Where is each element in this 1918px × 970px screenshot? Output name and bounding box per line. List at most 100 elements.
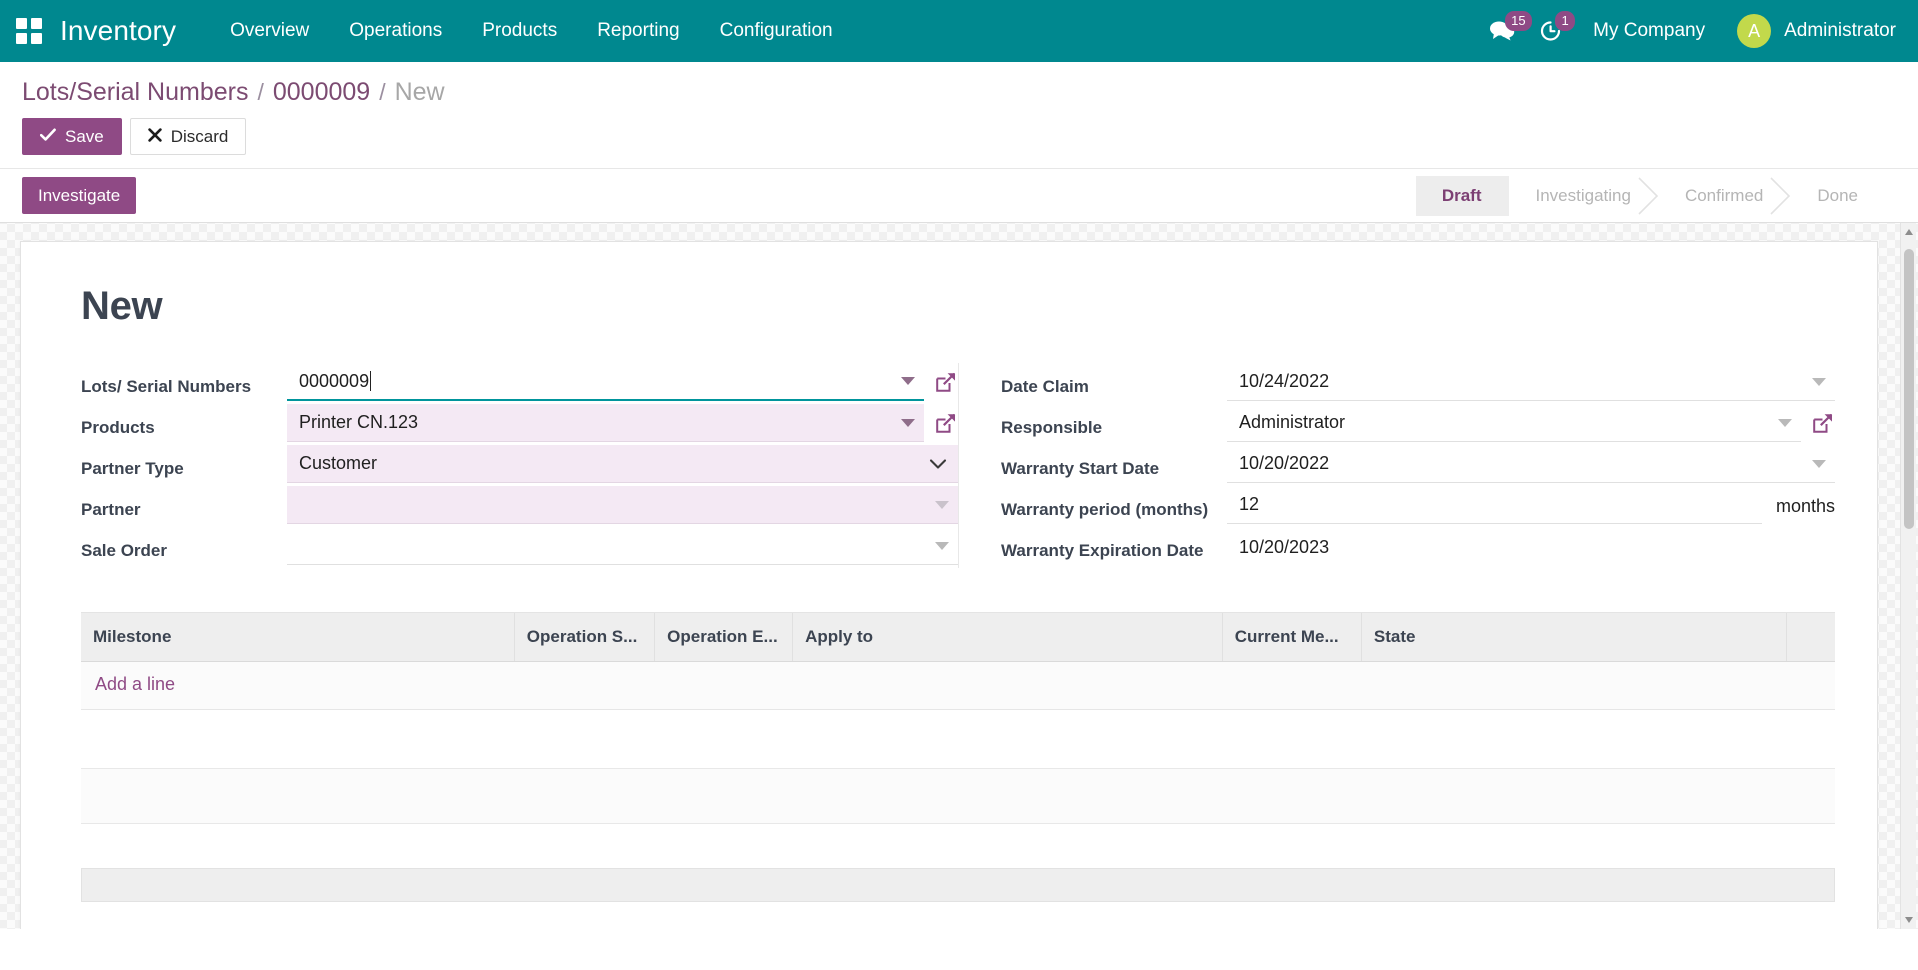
warranty-expiration-date-value: 10/20/2023: [1239, 537, 1330, 557]
save-button[interactable]: Save: [22, 118, 122, 155]
table-footer-band: [81, 768, 1835, 824]
check-icon: [39, 128, 56, 145]
field-row-sale-order: Sale Order: [81, 527, 958, 568]
stage-confirmed[interactable]: Confirmed: [1659, 176, 1791, 216]
date-claim-input[interactable]: 10/24/2022: [1227, 363, 1835, 401]
date-claim-value: 10/24/2022: [1239, 371, 1330, 391]
chevron-down-icon[interactable]: [1812, 459, 1826, 468]
warranty-period-value: 12: [1239, 494, 1260, 514]
stage-investigating[interactable]: Investigating: [1509, 176, 1660, 216]
add-a-line-row[interactable]: Add a line: [81, 661, 1835, 710]
breadcrumb-separator: /: [379, 79, 386, 105]
apps-grid-icon[interactable]: [16, 18, 42, 44]
lots-serial-numbers-value: 0000009: [299, 370, 370, 391]
chevron-down-icon[interactable]: [935, 541, 949, 550]
field-label-warranty-start-date: Warranty Start Date: [1001, 459, 1160, 478]
chevron-down-icon[interactable]: [928, 457, 948, 471]
field-row-responsible: Responsible Administrator: [1001, 404, 1835, 445]
responsible-value: Administrator: [1239, 412, 1346, 432]
table-spacer: [81, 710, 1835, 768]
user-menu[interactable]: A Administrator: [1723, 14, 1904, 48]
products-input[interactable]: Printer CN.123: [287, 404, 924, 442]
messages-button[interactable]: 15: [1477, 0, 1532, 62]
column-header-current-me[interactable]: Current Me...: [1222, 613, 1362, 662]
menu-item-configuration[interactable]: Configuration: [700, 0, 853, 62]
warranty-period-input[interactable]: 12: [1227, 486, 1762, 524]
apps-grid-cell: [16, 33, 27, 44]
stage-label: Investigating: [1535, 185, 1631, 205]
avatar: A: [1737, 14, 1772, 48]
add-a-line-cell: Add a line: [81, 661, 1835, 710]
chevron-down-icon[interactable]: [1812, 377, 1826, 386]
control-panel: Lots/Serial Numbers / 0000009 / New Save…: [0, 62, 1918, 169]
chevron-down-icon[interactable]: [901, 377, 915, 385]
menu-item-products[interactable]: Products: [462, 0, 577, 62]
field-row-lots-serial-numbers: Lots/ Serial Numbers 0000009: [81, 363, 958, 404]
chevron-down-icon[interactable]: [935, 500, 949, 509]
field-control-date-claim: 10/24/2022: [1213, 363, 1835, 401]
stage-label: Draft: [1441, 185, 1482, 205]
column-header-state[interactable]: State: [1361, 613, 1787, 662]
responsible-input[interactable]: Administrator: [1227, 404, 1801, 442]
apps-grid-cell: [31, 18, 42, 29]
field-label-date-claim: Date Claim: [1001, 377, 1089, 396]
record-actions: Save Discard: [0, 107, 1918, 168]
field-control-responsible: Administrator: [1213, 404, 1835, 442]
app-brand-inventory[interactable]: Inventory: [60, 15, 176, 47]
field-control-products: Printer CN.123: [287, 404, 958, 442]
lots-serial-numbers-input[interactable]: 0000009: [287, 363, 924, 401]
stage-label: Done: [1817, 185, 1858, 205]
stage-arrow: [1638, 176, 1660, 216]
field-row-warranty-start-date: Warranty Start Date 10/20/2022: [1001, 445, 1835, 486]
column-header-operation-start[interactable]: Operation S...: [514, 613, 656, 662]
breadcrumb-root[interactable]: Lots/Serial Numbers: [22, 78, 248, 107]
field-control-partner-type: Customer: [287, 445, 958, 483]
partner-type-select[interactable]: Customer: [287, 445, 958, 483]
field-label-warranty-period: Warranty period (months): [1001, 500, 1209, 519]
breadcrumb-record[interactable]: 0000009: [273, 78, 370, 107]
form-columns: Lots/ Serial Numbers 0000009 Products Pr…: [63, 363, 1835, 568]
column-header-options[interactable]: [1786, 613, 1835, 662]
field-control-lots-serial-numbers: 0000009: [287, 363, 958, 401]
internal-link-icon-products[interactable]: [934, 411, 958, 435]
add-a-line-link[interactable]: Add a line: [95, 674, 175, 694]
field-row-partner-type: Partner Type Customer: [81, 445, 958, 486]
field-row-products: Products Printer CN.123: [81, 404, 958, 445]
warranty-period-unit: months: [1775, 496, 1835, 516]
top-navbar: Inventory Overview Operations Products R…: [0, 0, 1918, 62]
chevron-down-icon[interactable]: [1778, 418, 1792, 427]
chevron-down-icon[interactable]: [901, 418, 915, 427]
menu-item-operations[interactable]: Operations: [329, 0, 462, 62]
x-icon: [148, 128, 162, 145]
warranty-start-date-input[interactable]: 10/20/2022: [1227, 445, 1835, 483]
activities-count-badge: 1: [1555, 11, 1576, 31]
field-row-partner: Partner: [81, 486, 958, 527]
stage-done[interactable]: Done: [1791, 176, 1886, 216]
breadcrumb-separator: /: [257, 79, 264, 105]
stage-arrow: [1770, 176, 1792, 216]
company-switcher[interactable]: My Company: [1575, 20, 1723, 42]
menu-item-overview[interactable]: Overview: [210, 0, 329, 62]
field-label-products: Products: [81, 418, 155, 437]
sale-order-input[interactable]: [287, 527, 958, 565]
activities-button[interactable]: 1: [1527, 0, 1576, 62]
scroll-up-arrow-icon[interactable]: [1905, 229, 1913, 235]
discard-button[interactable]: Discard: [129, 118, 247, 155]
internal-link-icon-lots-serial-numbers[interactable]: [934, 370, 958, 394]
menu-item-reporting[interactable]: Reporting: [577, 0, 699, 62]
scrollbar-thumb[interactable]: [1904, 249, 1914, 529]
breadcrumb: Lots/Serial Numbers / 0000009 / New: [0, 72, 1918, 107]
column-header-operation-end[interactable]: Operation E...: [654, 613, 794, 662]
page-title: New: [81, 284, 163, 328]
stage-draft[interactable]: Draft: [1415, 175, 1510, 216]
navbar-right-zone: 15 1 My Company A Administrator: [1477, 0, 1904, 62]
partner-input[interactable]: [287, 486, 958, 524]
internal-link-icon-responsible[interactable]: [1811, 411, 1835, 435]
field-label-partner-type: Partner Type: [81, 459, 184, 478]
field-control-warranty-period: 12 months: [1213, 486, 1835, 524]
scroll-down-arrow-icon[interactable]: [1905, 917, 1913, 923]
vertical-scrollbar[interactable]: [1900, 223, 1916, 929]
investigate-button[interactable]: Investigate: [22, 177, 137, 214]
column-header-apply-to[interactable]: Apply to: [792, 613, 1223, 662]
column-header-milestone[interactable]: Milestone: [81, 613, 515, 662]
